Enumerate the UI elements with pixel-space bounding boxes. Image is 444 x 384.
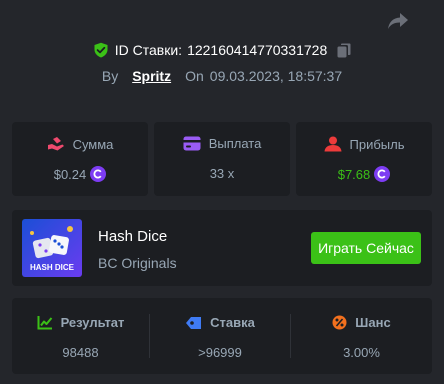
play-now-button[interactable]: Играть Сейчас (311, 232, 421, 264)
bet-datetime: 09.03.2023, 18:57:37 (209, 68, 343, 84)
result-column: Результат 98488 (12, 298, 149, 374)
chance-value: 3.00% (343, 345, 380, 360)
amount-stat-card: Сумма $0.24 (12, 122, 148, 196)
copy-icon[interactable] (337, 43, 351, 58)
payout-label: Выплата (208, 136, 262, 151)
username-link[interactable]: Spritz (132, 68, 171, 84)
payout-stat-card: Выплата 33 x (154, 122, 290, 196)
amount-label: Сумма (72, 136, 114, 152)
chance-column: Шанс 3.00% (291, 298, 432, 374)
share-button[interactable] (386, 10, 410, 32)
game-thumbnail[interactable]: HASH DICE (22, 219, 82, 277)
bet-target-value: >96999 (198, 345, 242, 360)
bc-coin-icon (374, 166, 391, 182)
profit-stat-header: Прибыль (296, 136, 432, 152)
result-header: Результат (12, 315, 149, 330)
bet-target-column: Ставка >96999 (150, 298, 290, 374)
bet-target-label: Ставка (210, 315, 255, 330)
profit-user-icon (324, 136, 341, 152)
game-card: HASH DICE Hash Dice BC Originals Играть … (12, 210, 432, 286)
on-label: On (185, 68, 204, 84)
game-name[interactable]: Hash Dice (98, 228, 167, 245)
chance-label: Шанс (355, 315, 391, 330)
bet-author-row: By Spritz On 09.03.2023, 18:57:37 (0, 66, 444, 86)
bet-result-panel: Результат 98488 Ставка >96999 Шанс 3.00% (12, 298, 432, 374)
profit-label: Прибыль (349, 136, 405, 152)
by-label: By (101, 68, 119, 84)
profit-stat-card: Прибыль $7.68 (296, 122, 432, 196)
result-chart-icon (37, 316, 52, 330)
wallet-card-icon (183, 136, 201, 151)
hand-coins-icon (47, 137, 64, 151)
amount-value-row: $0.24 (12, 166, 148, 182)
amount-value: $0.24 (53, 166, 87, 182)
payout-value: 33 x (209, 166, 235, 181)
game-provider: BC Originals (98, 255, 177, 271)
payout-stat-header: Выплата (154, 136, 290, 151)
percent-icon (332, 315, 347, 330)
amount-stat-header: Сумма (12, 136, 148, 152)
share-icon (388, 13, 408, 29)
game-thumbnail-text: HASH DICE (29, 263, 74, 272)
bet-id-row: ID Ставки: 122160414770331728 (0, 40, 444, 60)
payout-value-row: 33 x (154, 166, 290, 181)
bet-id-value: 122160414770331728 (187, 42, 328, 58)
bet-tag-icon (186, 316, 202, 329)
profit-value: $7.68 (337, 166, 371, 182)
bc-coin-icon (90, 166, 107, 182)
result-value: 98488 (62, 345, 99, 360)
bet-details-page: ID Ставки: 122160414770331728 By Spritz … (0, 0, 444, 384)
bet-target-header: Ставка (150, 315, 290, 330)
profit-value-row: $7.68 (296, 166, 432, 182)
bet-id-label: ID Ставки: (114, 42, 183, 58)
chance-header: Шанс (291, 315, 432, 330)
result-label: Результат (60, 315, 125, 330)
shield-check-icon (94, 42, 108, 58)
